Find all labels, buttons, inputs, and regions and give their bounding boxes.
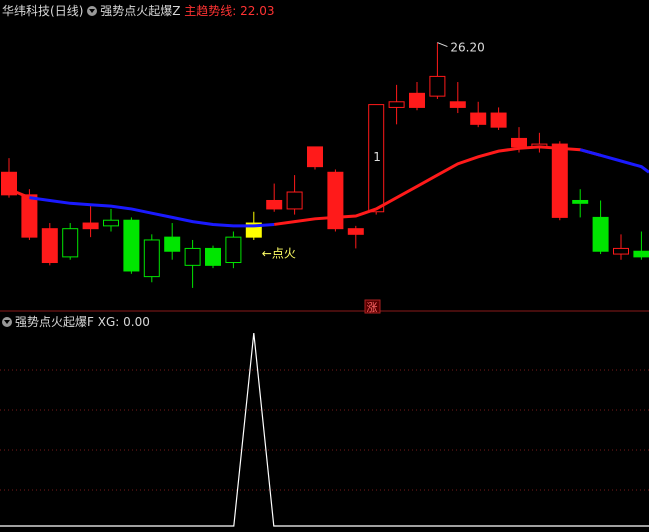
zhang-badge: 涨 [367, 301, 378, 314]
candle-body [449, 101, 466, 108]
candle-body [511, 137, 527, 148]
chevron-down-icon[interactable] [2, 317, 12, 327]
period-label: (日线) [50, 4, 84, 18]
candle-body [41, 228, 58, 264]
candle-body [225, 236, 242, 264]
candle-body [592, 216, 609, 252]
candle-body [103, 219, 119, 227]
candle-body [123, 219, 140, 272]
candle-body [307, 146, 323, 168]
high-marker [437, 42, 448, 48]
candle-body [82, 222, 99, 230]
chart-canvas[interactable]: 26.20 ←点火 1 涨 [0, 0, 649, 532]
candle-body [572, 199, 589, 204]
candle-body [286, 191, 303, 210]
trend-label: 主趋势线: [184, 4, 237, 18]
candle-body [266, 199, 283, 210]
candle-body [164, 236, 181, 252]
candle-body [184, 247, 201, 266]
candle-body [613, 247, 629, 255]
candle-body [551, 143, 568, 218]
main-panel-header: 华纬科技(日线) 强势点火起爆Z 主趋势线: 22.03 [2, 2, 275, 20]
xg-signal-line [0, 332, 649, 527]
trend-line-red [273, 145, 601, 226]
candle-body [327, 171, 344, 230]
signal-number: 1 [373, 150, 381, 164]
high-price-label: 26.20 [450, 41, 484, 55]
trend-line-blue [579, 148, 649, 174]
candle-body [143, 239, 160, 278]
candle-body [633, 250, 649, 258]
candle-body [21, 194, 38, 238]
stock-name: 华纬科技 [2, 4, 51, 18]
xg-label: XG: [97, 315, 120, 329]
candle-body [409, 92, 425, 108]
candle-body [205, 247, 221, 266]
trend-value: 22.03 [240, 4, 275, 18]
candle-body [388, 101, 405, 108]
candle-body [62, 228, 79, 258]
trend-line-blue [29, 196, 275, 228]
indicator-name[interactable]: 强势点火起爆Z [100, 4, 180, 18]
sub-panel-header: 强势点火起爆F XG: 0.00 [2, 313, 150, 331]
ignite-label: ←点火 [262, 247, 296, 261]
candle-body [347, 228, 364, 235]
chevron-down-icon[interactable] [87, 6, 98, 16]
candle-body [429, 75, 446, 97]
sub-indicator-name[interactable]: 强势点火起爆F [15, 315, 94, 329]
candle-body [490, 112, 507, 128]
xg-value: 0.00 [123, 315, 150, 329]
candle-body [470, 112, 487, 125]
